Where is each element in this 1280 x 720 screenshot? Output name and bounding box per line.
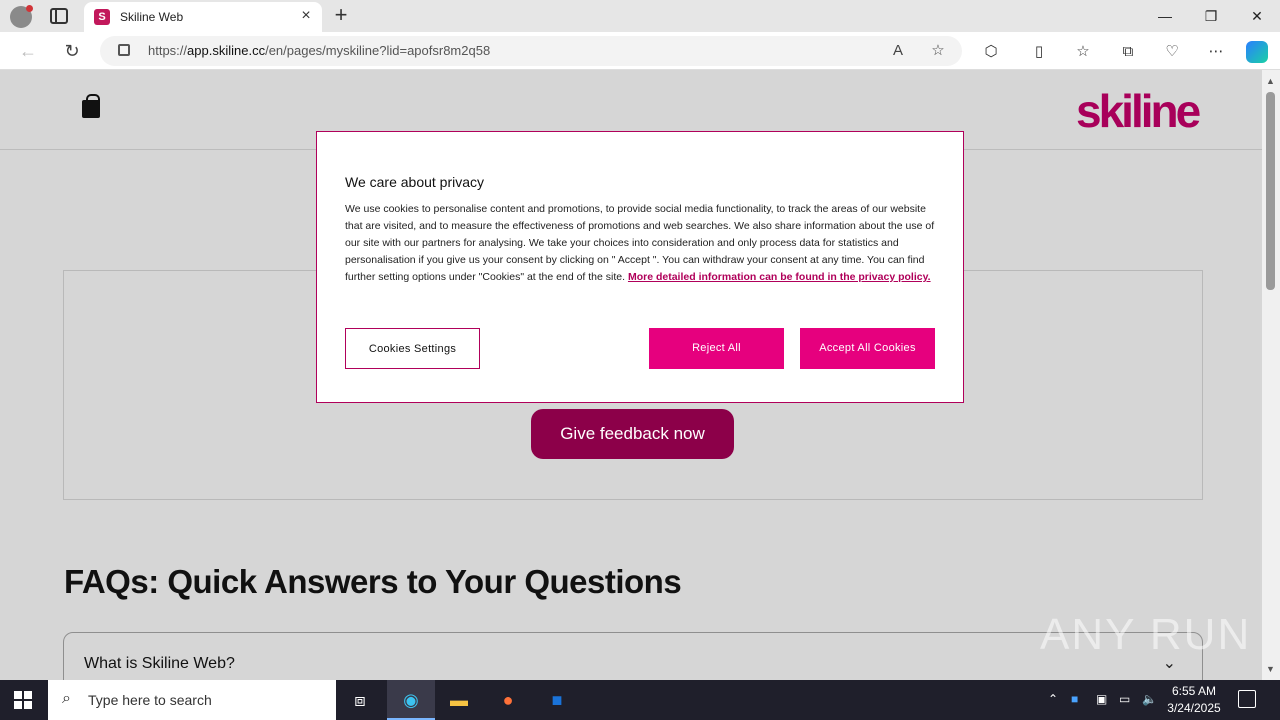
search-icon: ⌕: [62, 690, 71, 707]
close-window-icon[interactable]: ✕: [1234, 0, 1280, 32]
profile-avatar-icon[interactable]: [10, 5, 33, 28]
new-tab-icon[interactable]: +: [330, 4, 352, 28]
windows-start-icon[interactable]: [14, 691, 32, 709]
faq-question: What is Skiline Web?: [84, 655, 235, 672]
extensions-icon[interactable]: ⬡: [980, 41, 1002, 63]
volume-icon[interactable]: 🔈: [1142, 692, 1157, 706]
skiline-favicon-icon: S: [94, 9, 110, 25]
accept-all-cookies-button[interactable]: Accept All Cookies: [800, 328, 935, 369]
faq-item[interactable]: What is Skiline Web? ⌄: [63, 632, 1203, 680]
browser-essentials-icon[interactable]: ♡: [1161, 41, 1183, 63]
dialog-title: We care about privacy: [345, 174, 485, 190]
more-options-icon[interactable]: ⋯: [1205, 41, 1227, 63]
shopping-bag-icon[interactable]: [82, 94, 100, 118]
skiline-logo[interactable]: skiline: [1076, 84, 1201, 138]
notification-dot: [26, 5, 33, 12]
tab-title: Skiline Web: [120, 10, 184, 24]
faq-heading: FAQs: Quick Answers to Your Questions: [64, 563, 682, 600]
clock-time: 6:55 AM: [1171, 684, 1217, 698]
outlook-tray-icon[interactable]: ■: [1071, 692, 1078, 706]
page-scrollbar[interactable]: ▲ ▼: [1262, 70, 1280, 680]
edge-browser-icon[interactable]: ◉: [387, 680, 435, 720]
network-icon[interactable]: ▭: [1119, 692, 1130, 706]
notification-center-icon[interactable]: [1238, 690, 1256, 708]
lock-icon[interactable]: [118, 44, 130, 56]
browser-tab-bar: S Skiline Web × + — ❐ ✕: [0, 0, 1280, 32]
clock-date: 3/24/2025: [1167, 701, 1221, 715]
copilot-icon[interactable]: [1246, 41, 1268, 63]
dialog-body: We use cookies to personalise content an…: [345, 201, 939, 286]
favorites-icon[interactable]: ☆: [1072, 41, 1094, 63]
reject-all-button[interactable]: Reject All: [649, 328, 784, 369]
scroll-down-icon[interactable]: ▼: [1266, 664, 1275, 674]
show-hidden-icons-icon[interactable]: ⌃: [1048, 692, 1058, 706]
tab-actions-icon[interactable]: [50, 8, 68, 24]
anyrun-watermark: ANY RUN: [1040, 610, 1252, 659]
file-explorer-icon[interactable]: ▬: [435, 680, 483, 720]
windows-taskbar: ⌕ Type here to search ⧈ ◉ ▬ ● ■ ⌃ ■ ▣ ▭ …: [0, 680, 1280, 720]
taskbar-search-box[interactable]: ⌕ Type here to search: [48, 680, 336, 720]
device-tray-icon[interactable]: ▣: [1096, 692, 1107, 706]
favorite-star-icon[interactable]: ☆: [928, 41, 948, 61]
read-aloud-icon[interactable]: A: [888, 41, 908, 61]
privacy-policy-link[interactable]: More detailed information can be found i…: [628, 271, 931, 283]
split-screen-icon[interactable]: ▯: [1028, 41, 1050, 63]
minimize-icon[interactable]: —: [1142, 0, 1188, 32]
browser-tab-skiline[interactable]: S Skiline Web ×: [84, 2, 322, 32]
browser-toolbar: ← ↻ https://app.skiline.cc/en/pages/mysk…: [0, 32, 1280, 70]
refresh-icon[interactable]: ↻: [60, 39, 84, 63]
system-clock[interactable]: 6:55 AM 3/24/2025: [1160, 683, 1228, 717]
give-feedback-button[interactable]: Give feedback now: [531, 409, 734, 459]
collections-icon[interactable]: ⧉: [1117, 41, 1139, 63]
scroll-up-icon[interactable]: ▲: [1266, 76, 1275, 86]
address-bar[interactable]: https://app.skiline.cc/en/pages/myskilin…: [100, 36, 962, 66]
close-tab-icon[interactable]: ×: [298, 8, 314, 24]
restore-icon[interactable]: ❐: [1188, 0, 1234, 32]
task-view-icon[interactable]: ⧈: [336, 680, 384, 720]
firefox-icon[interactable]: ●: [484, 680, 532, 720]
cookie-consent-dialog: We care about privacy We use cookies to …: [316, 131, 964, 403]
search-placeholder: Type here to search: [88, 692, 212, 708]
scrollbar-thumb[interactable]: [1266, 92, 1275, 290]
cookies-settings-button[interactable]: Cookies Settings: [345, 328, 480, 369]
url-text: https://app.skiline.cc/en/pages/myskilin…: [148, 43, 491, 58]
outlook-icon[interactable]: ■: [533, 680, 581, 720]
back-icon[interactable]: ←: [16, 39, 40, 63]
